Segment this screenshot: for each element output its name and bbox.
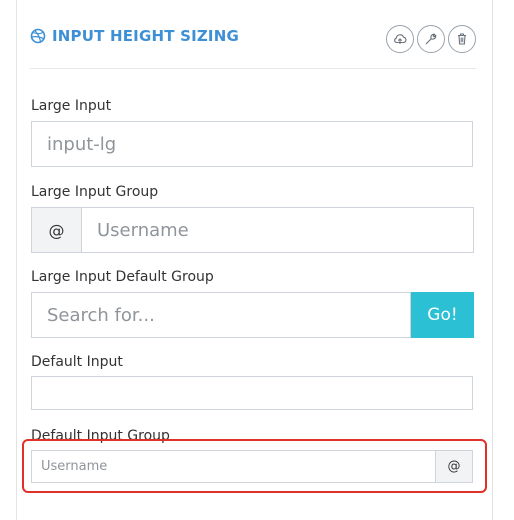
panel-title: INPUT HEIGHT SIZING <box>30 27 239 45</box>
large-input-label: Large Input <box>31 98 112 114</box>
wrench-icon <box>425 33 437 45</box>
highlight-box <box>22 439 487 493</box>
settings-button[interactable] <box>417 25 445 53</box>
large-input-group-label: Large Input Group <box>31 184 159 200</box>
large-default-group-label: Large Input Default Group <box>31 269 214 285</box>
username-placeholder-large: Username <box>97 219 189 241</box>
search-placeholder: Search for... <box>47 304 155 326</box>
panel-header: INPUT HEIGHT SIZING <box>30 0 476 69</box>
cloud-upload-icon <box>394 34 407 44</box>
trash-icon <box>458 33 466 45</box>
upload-button[interactable] <box>386 25 414 53</box>
dribbble-icon <box>30 28 46 44</box>
large-input[interactable]: input-lg <box>31 121 473 167</box>
large-input-group: @ Username <box>31 207 474 253</box>
delete-button[interactable] <box>448 25 476 53</box>
search-input[interactable]: Search for... <box>31 292 411 338</box>
go-button[interactable]: Go! <box>411 292 474 338</box>
panel-title-text: INPUT HEIGHT SIZING <box>52 27 239 45</box>
default-input[interactable] <box>31 376 473 410</box>
username-input-large[interactable]: Username <box>82 207 474 253</box>
at-addon: @ <box>31 207 82 253</box>
default-input-label: Default Input <box>31 354 123 370</box>
large-input-placeholder: input-lg <box>47 133 117 155</box>
panel-actions <box>386 25 476 53</box>
large-default-group: Search for... Go! <box>31 292 474 338</box>
